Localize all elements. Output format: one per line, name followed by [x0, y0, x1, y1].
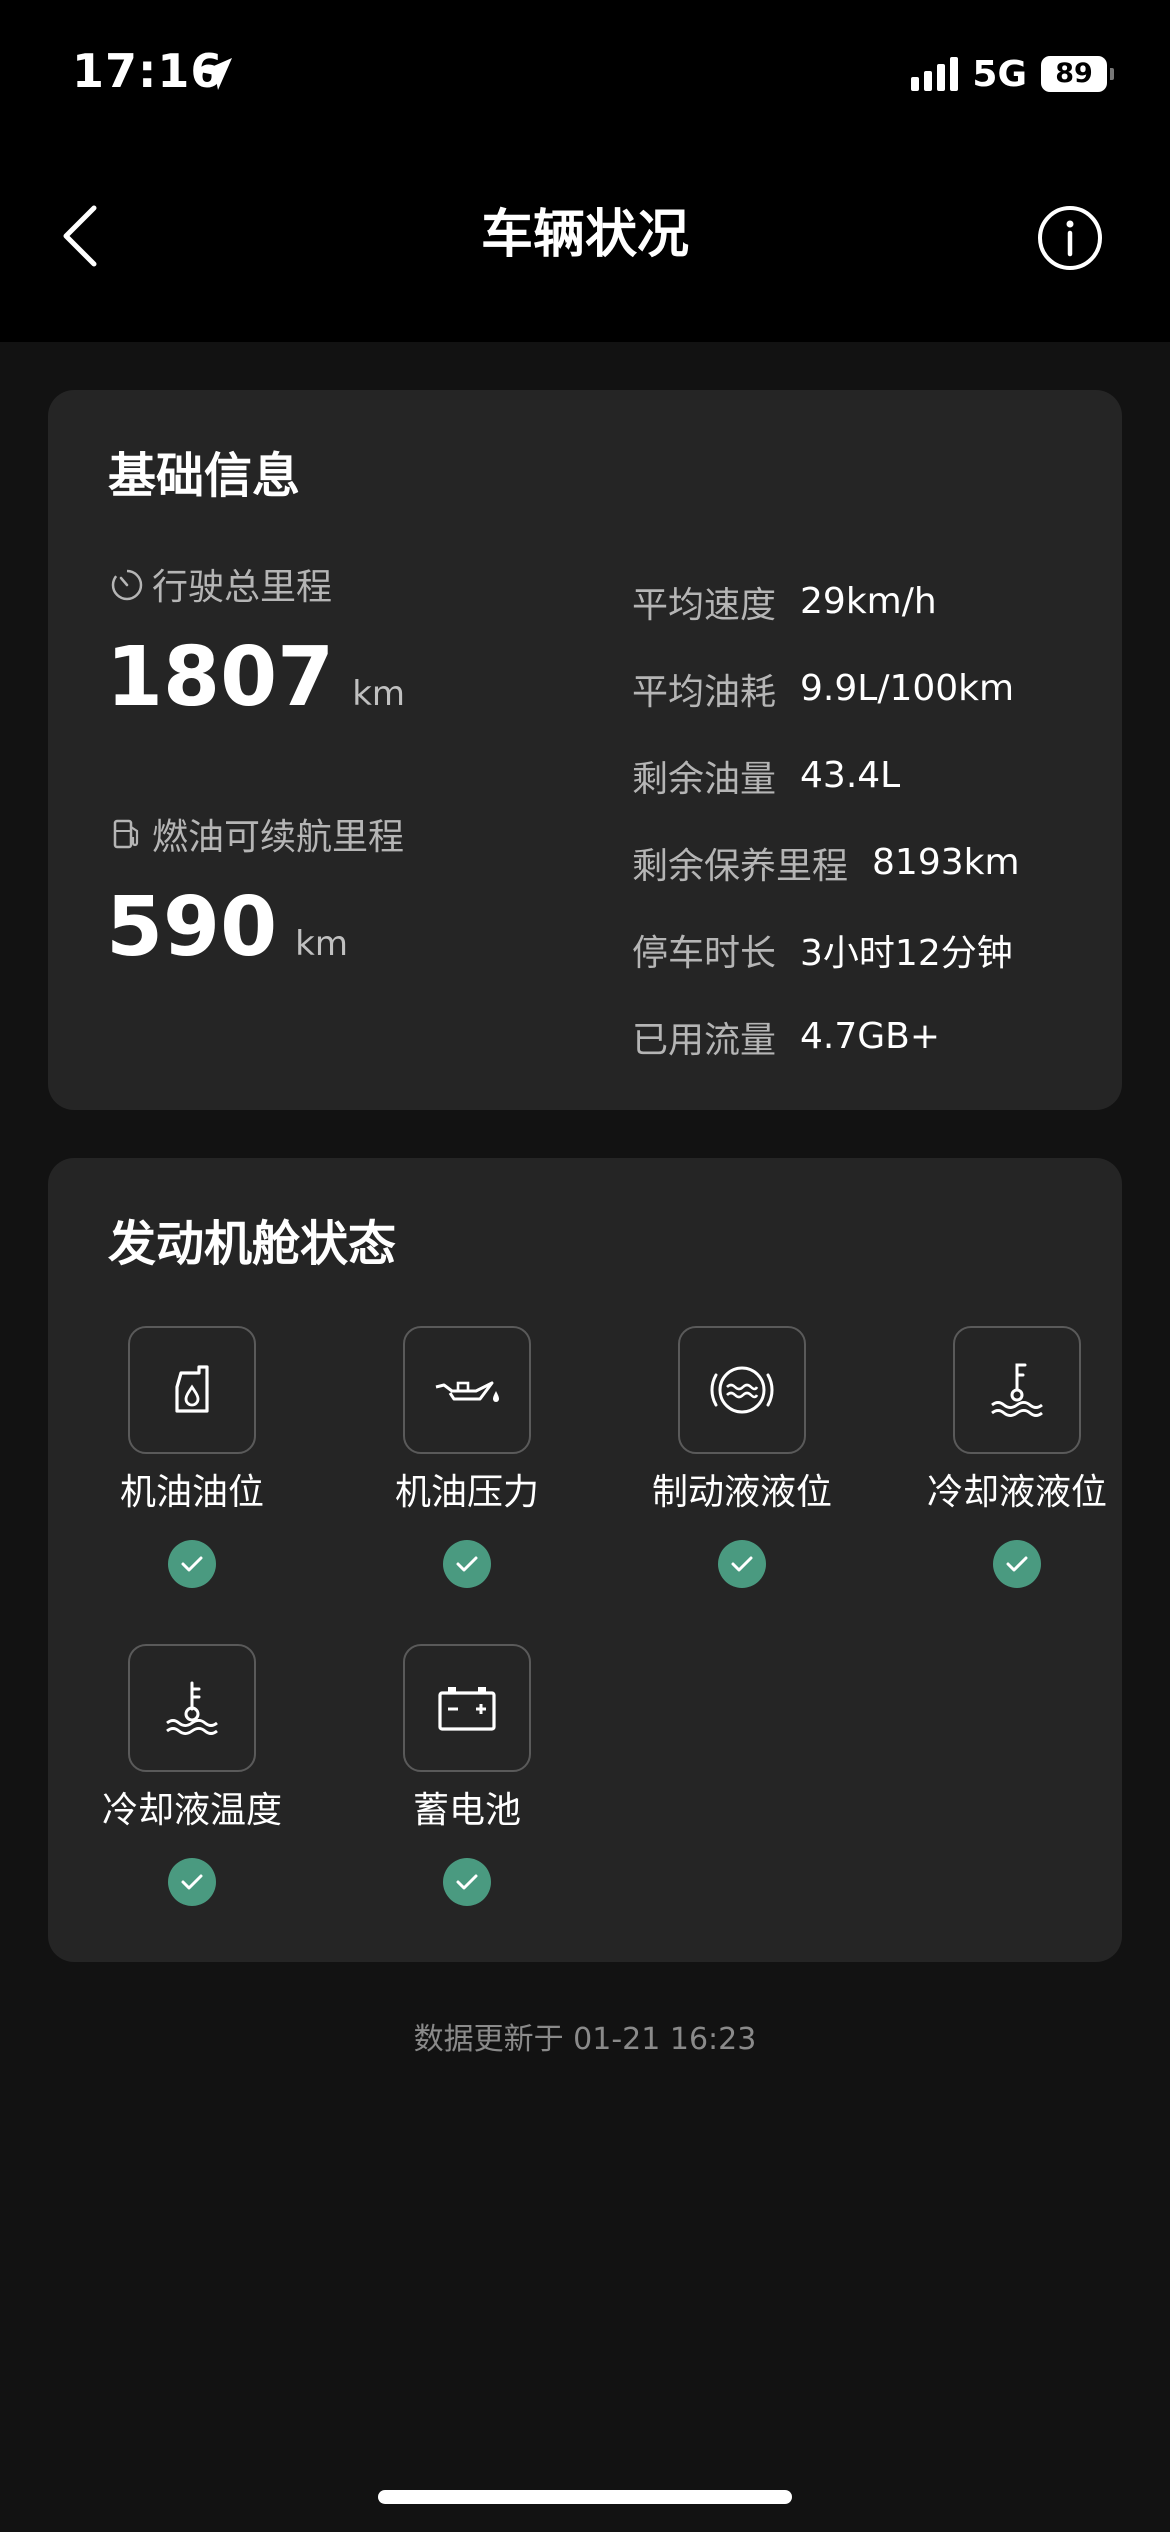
stats-list: 平均速度 29km/h 平均油耗 9.9L/100km 剩余油量 43.4L 剩…	[632, 558, 1020, 1080]
timer-icon	[111, 569, 143, 601]
battery-indicator: 89	[1041, 56, 1114, 92]
odometer-label-text: 行驶总里程	[152, 567, 333, 608]
status-indicators: 5G 89	[911, 50, 1114, 98]
check-icon	[443, 1858, 491, 1906]
stat-label: 停车时长	[632, 932, 777, 974]
stat-row: 平均油耗 9.9L/100km	[632, 645, 1020, 732]
engine-item-oil-pressure[interactable]: 机油压力	[337, 1326, 597, 1588]
engine-item-label: 制动液液位	[651, 1472, 832, 1513]
basic-info-title: 基础信息	[108, 448, 301, 504]
coolant-temperature-icon	[166, 1681, 218, 1735]
range-label: 燃油可续航里程	[108, 808, 404, 860]
top-bar: 17:16 5G 89 车辆状况	[0, 0, 1170, 342]
engine-item-label: 机油压力	[394, 1472, 539, 1513]
check-icon	[718, 1540, 766, 1588]
engine-item-battery[interactable]: 蓄电池	[337, 1644, 597, 1906]
info-button[interactable]	[1036, 204, 1104, 272]
fuel-pump-icon	[113, 819, 139, 849]
battery-level: 89	[1041, 56, 1107, 92]
stat-value: 9.9L/100km	[800, 668, 1015, 709]
battery-icon	[438, 1687, 496, 1731]
odometer-number: 1807	[106, 630, 335, 725]
stat-row: 平均速度 29km/h	[632, 558, 1020, 645]
range-number: 590	[106, 880, 278, 975]
range-label-text: 燃油可续航里程	[152, 817, 405, 858]
range-unit: km	[295, 924, 348, 964]
odometer-unit: km	[352, 674, 406, 714]
check-icon	[168, 1540, 216, 1588]
stat-value: 3小时12分钟	[800, 932, 1013, 974]
engine-item-coolant-temperature[interactable]: 冷却液温度	[62, 1644, 322, 1906]
check-icon	[168, 1858, 216, 1906]
engine-item-coolant-level[interactable]: 冷却液液位	[887, 1326, 1147, 1588]
stat-value: 8193km	[872, 842, 1020, 883]
odometer-value: 1807 km	[106, 630, 405, 725]
oil-pressure-icon	[435, 1381, 499, 1402]
engine-item-oil-level[interactable]: 机油油位	[62, 1326, 322, 1588]
engine-item-label: 机油油位	[119, 1472, 264, 1513]
stat-row: 停车时长 3小时12分钟	[632, 906, 1020, 993]
stat-row: 已用流量 4.7GB+	[632, 993, 1020, 1080]
stat-row: 剩余保养里程 8193km	[632, 819, 1020, 906]
network-type: 5G	[972, 53, 1027, 95]
odometer-label: 行驶总里程	[108, 558, 332, 610]
stat-label: 已用流量	[632, 1019, 777, 1061]
stat-row: 剩余油量 43.4L	[632, 732, 1020, 819]
engine-status-title: 发动机舱状态	[108, 1216, 397, 1272]
stat-value: 29km/h	[800, 581, 937, 622]
engine-status-card: 发动机舱状态 机油油位 机油压力 制动液液位 冷却液液位 冷却液温度 蓄电池	[48, 1158, 1122, 1962]
check-icon	[993, 1540, 1041, 1588]
coolant-level-icon	[991, 1363, 1043, 1417]
stat-value: 4.7GB+	[800, 1016, 941, 1057]
oil-level-icon	[175, 1365, 209, 1413]
engine-item-label: 冷却液温度	[101, 1790, 282, 1831]
stat-label: 平均油耗	[632, 671, 777, 713]
stat-label: 剩余保养里程	[632, 845, 849, 887]
home-indicator[interactable]	[378, 2490, 792, 2504]
location-arrow-icon	[200, 58, 232, 90]
page-title: 车辆状况	[480, 205, 689, 265]
basic-info-card: 基础信息 行驶总里程 1807 km 燃油可续航里程 590 km 平均速度 2…	[48, 390, 1122, 1110]
range-value: 590 km	[106, 880, 348, 975]
brake-fluid-icon	[710, 1366, 774, 1414]
data-update-time: 数据更新于 01-21 16:23	[413, 2022, 757, 2057]
engine-item-label: 蓄电池	[412, 1790, 521, 1831]
stat-value: 43.4L	[800, 755, 901, 796]
stat-label: 剩余油量	[632, 758, 777, 800]
battery-cap	[1110, 68, 1114, 80]
check-icon	[443, 1540, 491, 1588]
engine-item-brake-fluid[interactable]: 制动液液位	[612, 1326, 872, 1588]
stat-label: 平均速度	[632, 584, 777, 626]
signal-strength-icon	[911, 57, 959, 91]
engine-item-label: 冷却液液位	[926, 1472, 1107, 1513]
